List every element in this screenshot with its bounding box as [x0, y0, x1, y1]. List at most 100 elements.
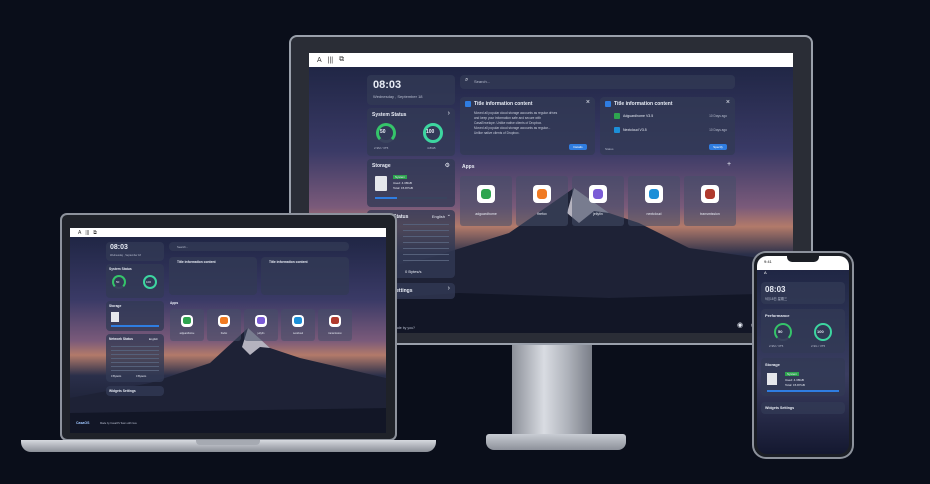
notice-card-1: Title information content — [169, 257, 257, 295]
brand-logo: CasaOS — [76, 421, 90, 425]
gear-icon[interactable]: ⚙ — [445, 162, 450, 169]
system-status-title: System Status — [109, 267, 132, 271]
storage-card: Storage — [106, 301, 164, 331]
search-input[interactable]: Search... — [474, 79, 490, 84]
ram-sub: 4.8GB — [427, 146, 436, 150]
shield-icon-glyph — [183, 317, 191, 325]
toolbar-icon-user[interactable]: A — [764, 270, 767, 275]
network-graph — [111, 346, 159, 372]
app-label: adguardhome — [475, 212, 497, 216]
app-tile-nextcloud[interactable]: nextcloud — [281, 309, 315, 341]
network-lang[interactable]: English — [149, 337, 158, 341]
jellyfin-icon-glyph — [257, 317, 265, 325]
system-status-card: System Status 50 100 — [106, 264, 164, 298]
app-tile-firefox[interactable]: firefox — [516, 176, 568, 226]
clock-card: 08:03 Wednesday , September 18 — [367, 75, 455, 105]
search-bar[interactable]: Search... — [169, 242, 349, 251]
app-label: nextcloud — [292, 332, 304, 336]
firefox-icon — [218, 314, 230, 327]
add-icon[interactable]: + — [727, 161, 731, 168]
clock-date: Wednesday , September 18 — [110, 254, 141, 257]
firefox-icon-glyph — [220, 317, 228, 325]
search-bar[interactable]: ⌕ Search... — [460, 75, 735, 89]
devices-showcase: A ||| ⧉ 08:03 Wednesday , September 18 S… — [0, 0, 930, 484]
transmission-icon-glyph — [704, 188, 716, 200]
nextcloud-icon-glyph — [294, 317, 302, 325]
cpu-value: 50 — [380, 129, 386, 135]
storage-card: Storage ⚙ System Used: 4.38GB Total: 15.… — [367, 159, 455, 207]
notice2-item-2-name: Nextcloud V3.5 — [623, 128, 647, 132]
app-tile-adguardhome[interactable]: adguardhome — [460, 176, 512, 226]
app-tile-nextcloud[interactable]: nextcloud — [628, 176, 680, 226]
app-label: firefox — [537, 212, 547, 216]
laptop-notch — [196, 440, 260, 445]
notice1-title: Title information content — [177, 260, 216, 264]
notice2-item-1-time: 10 Days ago — [709, 114, 727, 118]
chevron-down-icon[interactable]: ⌄ — [447, 212, 451, 218]
storage-badge: System — [785, 372, 800, 376]
ram-value: 100 — [817, 329, 824, 334]
storage-title: Storage — [372, 163, 391, 169]
jellyfin-icon — [589, 185, 607, 203]
specify-button[interactable]: Specify — [709, 144, 727, 150]
storage-total: Total: 15.87GB — [785, 383, 805, 387]
widgets-settings-label: Widgets Settings — [765, 406, 795, 410]
close-icon[interactable]: × — [586, 99, 590, 106]
widgets-settings-card[interactable]: Widgets Settings — [106, 386, 164, 396]
laptop-toolbar: A ||| ⧉ — [70, 228, 386, 237]
disk-icon — [767, 373, 777, 385]
network-lang[interactable]: English — [432, 214, 445, 219]
app-tile-firefox[interactable]: firefox — [207, 309, 241, 341]
storage-title: Storage — [765, 362, 780, 367]
monitor-base — [486, 434, 626, 450]
network-title: Network Status — [109, 337, 133, 341]
ram-value: 100 — [426, 129, 435, 135]
details-button[interactable]: Details — [569, 144, 587, 150]
notice1-line-2: and keep your information safe and secur… — [474, 116, 541, 120]
apps-title: Apps — [462, 164, 475, 170]
toolbar-icon-sliders[interactable]: ||| — [85, 230, 89, 236]
toolbar-icon-sliders[interactable]: ||| — [328, 57, 333, 64]
disk-icon — [375, 176, 387, 191]
notice2-footer: Status — [605, 147, 614, 151]
notice2-title: Title information content — [269, 260, 308, 264]
dot-icon[interactable]: ◉ — [737, 321, 743, 329]
chevron-right-icon[interactable]: › — [448, 110, 450, 117]
toolbar-icon-user[interactable]: A — [317, 57, 322, 64]
cpu-sub: 2.9M / 3T5 — [374, 146, 389, 150]
app-label: nextcloud — [646, 212, 662, 216]
search-input[interactable]: Search... — [177, 245, 188, 249]
app-tile-adguardhome[interactable]: adguardhome — [170, 309, 204, 341]
notice1-line-4: Moved all popular cloud storage accounts… — [474, 126, 551, 130]
cpu-value: 50 — [778, 329, 783, 334]
cpu-gauge — [774, 323, 792, 341]
toolbar-icon-windows[interactable]: ⧉ — [93, 230, 97, 236]
jellyfin-icon — [255, 314, 267, 327]
app-tile-transmission[interactable]: transmission — [684, 176, 736, 226]
app-tile-jellyfin[interactable]: jellyfin — [244, 309, 278, 341]
widgets-settings-card[interactable]: Widgets Settings — [761, 402, 845, 414]
network-status-card: Network Status English 0 Bytes/s 0 Bytes… — [106, 334, 164, 382]
info-icon — [465, 101, 471, 107]
app-tile-transmission[interactable]: transmission — [318, 309, 352, 341]
notice2-item-1-name: Adguardhome V3.5 — [623, 114, 654, 118]
app-label: firefox — [220, 332, 228, 336]
app-label: jellyfin — [593, 212, 603, 216]
notice-card-1: Title information content × Moved all po… — [460, 97, 595, 155]
storage-bar-fill — [375, 197, 397, 199]
toolbar-icon-windows[interactable]: ⧉ — [339, 56, 344, 64]
transmission-icon — [329, 314, 341, 327]
shield-icon-glyph — [480, 188, 492, 200]
storage-title: Storage — [109, 304, 122, 308]
performance-title: Performance — [765, 313, 790, 318]
clock-time: 08:03 — [373, 79, 402, 91]
firefox-icon — [533, 185, 551, 203]
app-tile-jellyfin[interactable]: jellyfin — [572, 176, 624, 226]
footer-text: Made by CasaOS Team with love — [100, 422, 137, 425]
toolbar-icon-user[interactable]: A — [78, 230, 81, 236]
close-icon[interactable]: × — [726, 99, 730, 106]
app-label: adguardhome — [179, 332, 195, 336]
storage-bar — [111, 325, 159, 327]
search-icon: ⌕ — [465, 77, 469, 83]
transmission-icon-glyph — [331, 317, 339, 325]
